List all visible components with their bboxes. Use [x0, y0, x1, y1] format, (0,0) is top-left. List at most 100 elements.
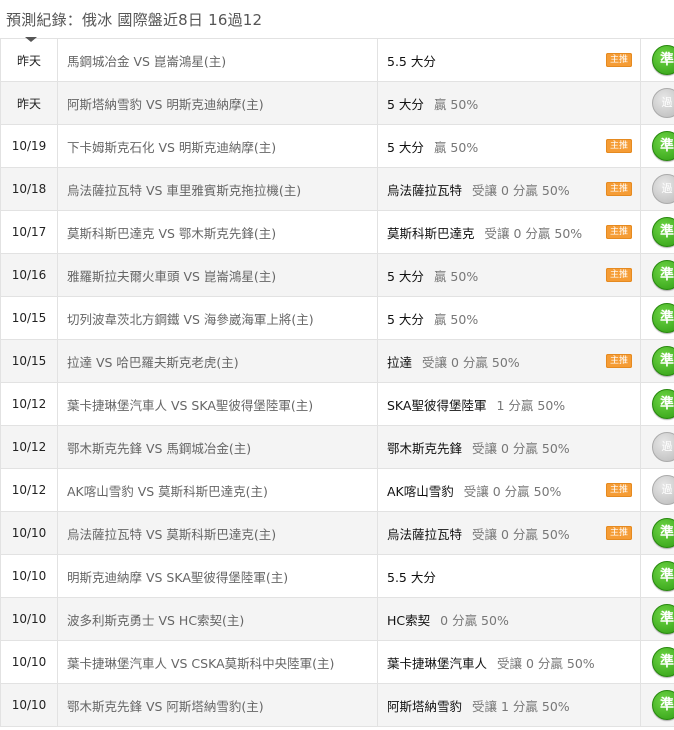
row-date: 10/19 — [0, 124, 58, 168]
prediction-pick: 5 大分 — [387, 139, 424, 155]
prediction-pick: 5 大分 — [387, 96, 424, 112]
table-row: 10/18 烏法薩拉瓦特 VS 車里雅賓斯克拖拉機(主) 烏法薩拉瓦特 受讓 0 分贏… — [0, 167, 674, 211]
prediction-pick: 烏法薩拉瓦特 — [387, 182, 463, 198]
match-link[interactable]: 葉卡捷琳堡汽車人 VS SKA聖彼得堡陸軍(主) — [57, 382, 378, 426]
prediction-odds: 贏 50% — [433, 268, 479, 284]
result-win-icon: 準 — [652, 260, 674, 290]
main-pick-badge: 主推 — [606, 354, 632, 368]
prediction-odds: 0 分贏 50% — [440, 612, 509, 628]
prediction-odds: 受讓 0 分贏 50% — [484, 225, 583, 241]
prediction-odds: 受讓 0 分贏 50% — [472, 440, 570, 456]
prediction-odds: 贏 50% — [433, 139, 479, 155]
match-link[interactable]: 烏法薩拉瓦特 VS 莫斯科斯巴達克(主) — [57, 511, 378, 555]
match-link[interactable]: 波多利斯克勇士 VS HC索契(主) — [57, 597, 378, 641]
main-pick-badge: 主推 — [606, 53, 632, 67]
match-link[interactable]: 葉卡捷琳堡汽車人 VS CSKA莫斯科中央陸軍(主) — [57, 640, 378, 684]
prediction-cell: 5.5 大分 主推 — [377, 38, 641, 82]
match-link[interactable]: 烏法薩拉瓦特 VS 車里雅賓斯克拖拉機(主) — [57, 167, 378, 211]
result-win-icon: 準 — [652, 604, 674, 634]
row-date: 10/10 — [0, 554, 58, 598]
prediction-pick: SKA聖彼得堡陸軍 — [387, 397, 487, 413]
prediction-cell: 鄂木斯克先鋒 受讓 0 分贏 50% — [377, 425, 641, 469]
result-cell: 準 — [640, 597, 674, 641]
result-cell: 過 — [640, 81, 674, 125]
table-row: 昨天 阿斯塔納雪豹 VS 明斯克迪納摩(主) 5 大分贏 50% 過 — [0, 81, 674, 125]
prediction-odds: 受讓 0 分贏 50% — [463, 483, 562, 499]
prediction-cell: SKA聖彼得堡陸軍 1 分贏 50% — [377, 382, 641, 426]
result-cell: 準 — [640, 511, 674, 555]
row-date: 10/12 — [0, 382, 58, 426]
prediction-pick: HC索契 — [387, 612, 431, 628]
result-win-icon: 準 — [652, 217, 674, 247]
result-cell: 準 — [640, 683, 674, 727]
prediction-odds: 1 分贏 50% — [496, 397, 566, 413]
table-row: 10/15 切列波韋茨北方鋼鐵 VS 海參崴海軍上將(主) 5 大分贏 50% 準 — [0, 296, 674, 340]
match-link[interactable]: 拉達 VS 哈巴羅夫斯克老虎(主) — [57, 339, 378, 383]
prediction-pick: 鄂木斯克先鋒 — [387, 440, 463, 456]
row-date: 10/15 — [0, 296, 58, 340]
match-link[interactable]: AK喀山雪豹 VS 莫斯科斯巴達克(主) — [57, 468, 378, 512]
prediction-pick: 葉卡捷琳堡汽車人 — [387, 655, 488, 671]
prediction-pick: 阿斯塔納雪豹 — [387, 698, 463, 714]
prediction-pick: 5 大分 — [387, 268, 424, 284]
result-win-icon: 準 — [652, 561, 674, 591]
result-push-icon: 過 — [652, 88, 674, 118]
row-date: 10/18 — [0, 167, 58, 211]
match-link[interactable]: 阿斯塔納雪豹 VS 明斯克迪納摩(主) — [57, 81, 378, 125]
result-push-icon: 過 — [652, 475, 674, 505]
result-win-icon: 準 — [652, 518, 674, 548]
prediction-odds: 受讓 0 分贏 50% — [422, 354, 520, 370]
result-win-icon: 準 — [652, 647, 674, 677]
match-link[interactable]: 雅羅斯拉夫爾火車頭 VS 崑崙鴻星(主) — [57, 253, 378, 297]
prediction-cell: 葉卡捷琳堡汽車人 受讓 0 分贏 50% — [377, 640, 641, 684]
result-cell: 過 — [640, 468, 674, 512]
prediction-pick: 5.5 大分 — [387, 53, 436, 69]
main-pick-badge: 主推 — [606, 225, 632, 239]
match-link[interactable]: 馬鋼城冶金 VS 崑崙鴻星(主) — [57, 38, 378, 82]
prediction-odds: 贏 50% — [433, 96, 479, 112]
table-row: 10/12 葉卡捷琳堡汽車人 VS SKA聖彼得堡陸軍(主) SKA聖彼得堡陸軍 1 … — [0, 382, 674, 426]
prediction-cell: 烏法薩拉瓦特 受讓 0 分贏 50% 主推 — [377, 511, 641, 555]
match-link[interactable]: 明斯克迪納摩 VS SKA聖彼得堡陸軍(主) — [57, 554, 378, 598]
result-cell: 準 — [640, 554, 674, 598]
result-win-icon: 準 — [652, 346, 674, 376]
prediction-odds: 受讓 0 分贏 50% — [472, 182, 570, 198]
prediction-pick: 烏法薩拉瓦特 — [387, 526, 463, 542]
prediction-pick: 5 大分 — [387, 311, 424, 327]
result-win-icon: 準 — [652, 690, 674, 720]
row-date: 10/10 — [0, 511, 58, 555]
result-cell: 準 — [640, 253, 674, 297]
match-link[interactable]: 鄂木斯克先鋒 VS 阿斯塔納雪豹(主) — [57, 683, 378, 727]
main-pick-badge: 主推 — [606, 139, 632, 153]
main-pick-badge: 主推 — [606, 483, 632, 497]
prediction-cell: 莫斯科斯巴達克 受讓 0 分贏 50% 主推 — [377, 210, 641, 254]
table-row: 10/10 烏法薩拉瓦特 VS 莫斯科斯巴達克(主) 烏法薩拉瓦特 受讓 0 分贏 5… — [0, 511, 674, 555]
match-link[interactable]: 鄂木斯克先鋒 VS 馬鋼城冶金(主) — [57, 425, 378, 469]
row-date: 10/10 — [0, 683, 58, 727]
match-link[interactable]: 莫斯科斯巴達克 VS 鄂木斯克先鋒(主) — [57, 210, 378, 254]
table-row: 10/10 明斯克迪納摩 VS SKA聖彼得堡陸軍(主) 5.5 大分 準 — [0, 554, 674, 598]
table-row: 10/16 雅羅斯拉夫爾火車頭 VS 崑崙鴻星(主) 5 大分贏 50% 主推 準 — [0, 253, 674, 297]
prediction-cell: HC索契 0 分贏 50% — [377, 597, 641, 641]
match-link[interactable]: 切列波韋茨北方鋼鐵 VS 海參崴海軍上將(主) — [57, 296, 378, 340]
row-date: 10/10 — [0, 597, 58, 641]
prediction-odds: 贏 50% — [433, 311, 479, 327]
prediction-odds: 受讓 0 分贏 50% — [472, 526, 570, 542]
match-link[interactable]: 下卡姆斯克石化 VS 明斯克迪納摩(主) — [57, 124, 378, 168]
row-date: 10/17 — [0, 210, 58, 254]
table-row: 10/12 鄂木斯克先鋒 VS 馬鋼城冶金(主) 鄂木斯克先鋒 受讓 0 分贏 50%… — [0, 425, 674, 469]
prediction-cell: AK喀山雪豹 受讓 0 分贏 50% 主推 — [377, 468, 641, 512]
result-win-icon: 準 — [652, 45, 674, 75]
main-pick-badge: 主推 — [606, 268, 632, 282]
prediction-cell: 5 大分贏 50% 主推 — [377, 253, 641, 297]
prediction-pick: 拉達 — [387, 354, 413, 370]
table-row: 10/10 波多利斯克勇士 VS HC索契(主) HC索契 0 分贏 50% 準 — [0, 597, 674, 641]
row-date: 10/15 — [0, 339, 58, 383]
row-date: 10/12 — [0, 425, 58, 469]
page-title: 預測紀錄：俄冰 國際盤近8日 16過12 — [6, 10, 263, 29]
prediction-cell: 烏法薩拉瓦特 受讓 0 分贏 50% 主推 — [377, 167, 641, 211]
result-cell: 準 — [640, 210, 674, 254]
result-cell: 準 — [640, 640, 674, 684]
row-date: 昨天 — [0, 81, 58, 125]
tab-pointer-icon — [25, 37, 37, 42]
